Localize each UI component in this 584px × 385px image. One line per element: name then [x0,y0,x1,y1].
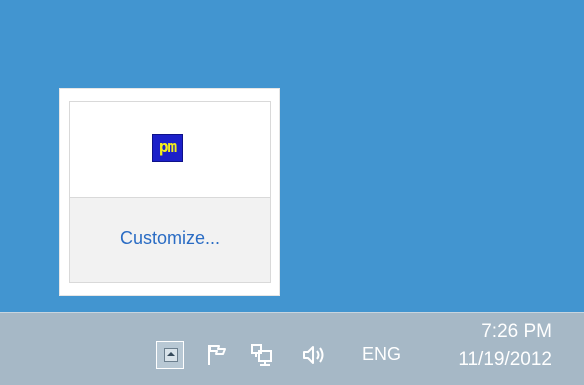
flyout-panel: pm Customize... [69,101,271,283]
taskbar-clock[interactable]: 7:26 PM 11/19/2012 [432,319,552,375]
chevron-up-icon [164,348,178,362]
taskbar: ENG 7:26 PM 11/19/2012 [0,312,584,385]
action-center-flag-icon[interactable] [203,341,231,369]
network-icon[interactable] [248,341,276,369]
input-language-indicator[interactable]: ENG [362,344,401,365]
pm-app-icon[interactable]: pm [152,134,183,162]
clock-time: 7:26 PM [481,321,552,342]
clock-date: 11/19/2012 [458,349,552,370]
customize-section: Customize... [70,198,270,282]
show-hidden-icons-button[interactable] [156,341,184,369]
hidden-icons-area: pm [70,102,270,198]
notification-overflow-flyout: pm Customize... [59,88,280,296]
customize-link[interactable]: Customize... [70,228,270,249]
volume-icon[interactable] [300,341,328,369]
